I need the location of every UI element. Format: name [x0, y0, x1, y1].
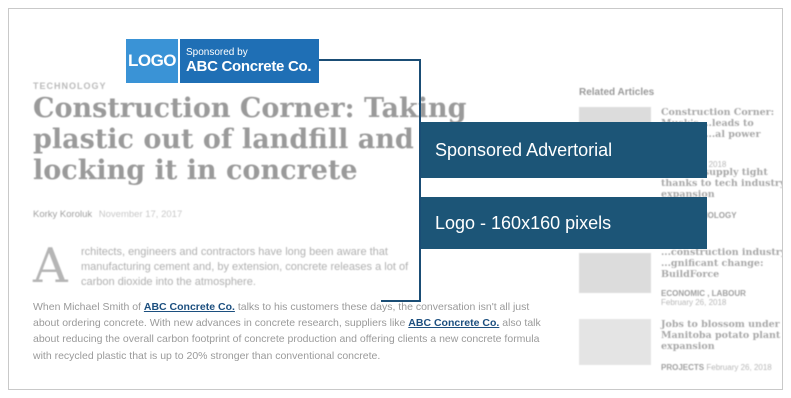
- related-category[interactable]: PROJECTS: [661, 363, 704, 372]
- sponsor-name: ABC Concrete Co.: [186, 58, 312, 75]
- sponsored-by-label: Sponsored by: [186, 47, 248, 58]
- article-headline[interactable]: Construction Corner: Taking plastic out …: [33, 93, 473, 186]
- article-body: When Michael Smith of ABC Concrete Co. t…: [33, 299, 553, 364]
- related-thumbnail[interactable]: [579, 253, 651, 293]
- sponsor-link-2[interactable]: ABC Concrete Co.: [408, 317, 499, 329]
- page-frame: TECHNOLOGY Construction Corner: Taking p…: [8, 8, 783, 390]
- article-date: November 17, 2017: [98, 209, 183, 220]
- related-articles: Related Articles Construction Corner: Mu…: [579, 87, 782, 372]
- related-headline[interactable]: ...construction industry ...gnificant ch…: [661, 247, 782, 280]
- article-intro: rchitects, engineers and contractors hav…: [81, 246, 409, 288]
- bracket-bottom-line: [381, 300, 421, 302]
- sponsor-badge[interactable]: LOGO Sponsored by ABC Concrete Co.: [126, 39, 320, 83]
- related-thumbnail[interactable]: [579, 319, 651, 365]
- logo-size-callout: Logo - 160x160 pixels: [421, 197, 707, 249]
- author-name[interactable]: Korky Koroluk: [33, 209, 92, 220]
- sponsor-logo[interactable]: LOGO: [126, 39, 178, 83]
- article-byline: Korky Koroluk November 17, 2017: [33, 209, 182, 220]
- related-headline[interactable]: Jobs to blossom under Manitoba potato pl…: [661, 319, 782, 352]
- bracket-right-line: [419, 59, 421, 301]
- related-meta: PROJECTS February 26, 2018: [661, 363, 772, 372]
- sponsor-label[interactable]: Sponsored by ABC Concrete Co.: [178, 39, 320, 83]
- article-category[interactable]: TECHNOLOGY: [33, 81, 107, 91]
- related-category[interactable]: ECONOMIC , LABOUR: [661, 289, 746, 298]
- body-text-1: When Michael Smith of: [33, 301, 141, 313]
- related-meta: ECONOMIC , LABOUR February 26, 2018: [661, 289, 746, 307]
- related-date: February 26, 2018: [706, 363, 772, 372]
- related-articles-title: Related Articles: [579, 87, 655, 98]
- advertorial-callout: Sponsored Advertorial: [421, 122, 707, 178]
- related-date: February 26, 2018: [661, 298, 727, 307]
- sponsor-link-1[interactable]: ABC Concrete Co.: [144, 301, 235, 313]
- drop-cap: A: [33, 238, 68, 294]
